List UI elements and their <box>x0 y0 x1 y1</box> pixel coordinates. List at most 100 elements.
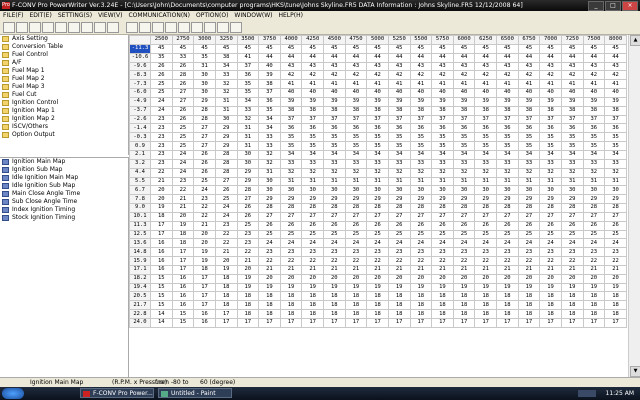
map-cell[interactable]: 31 <box>431 176 454 187</box>
nav-item[interactable]: Fuel Map 2 <box>0 75 128 83</box>
map-cell[interactable]: 33 <box>279 158 303 169</box>
pressure-header-cell[interactable]: -0.3 <box>129 132 151 143</box>
map-cell[interactable]: 17 <box>323 318 346 328</box>
map-cell[interactable]: 19 <box>431 282 454 293</box>
pressure-header-cell[interactable]: 24.0 <box>129 318 151 328</box>
map-cell[interactable]: 22 <box>323 256 346 266</box>
map-cell[interactable]: 29 <box>344 194 368 205</box>
map-cell[interactable]: 28 <box>236 185 260 196</box>
map-cell[interactable]: 15 <box>150 273 173 284</box>
map-cell[interactable]: 44 <box>474 52 497 63</box>
map-cell[interactable]: 22 <box>366 256 389 266</box>
map-cell[interactable]: 31 <box>582 176 606 187</box>
map-cell[interactable]: 17 <box>474 318 497 328</box>
map-cell[interactable]: 27 <box>214 176 238 187</box>
map-cell[interactable]: 44 <box>582 52 606 63</box>
map-cell[interactable]: 18 <box>539 309 562 319</box>
map-cell[interactable]: 26 <box>258 220 281 231</box>
nav-item[interactable]: Idle Ignition Sub Map <box>0 182 128 190</box>
map-cell[interactable]: 40 <box>474 88 497 98</box>
map-cell[interactable]: 41 <box>431 79 454 90</box>
pressure-header-cell[interactable]: 22.8 <box>129 309 151 319</box>
pressure-header-cell[interactable]: 3.2 <box>129 158 151 169</box>
map-cell[interactable]: 36 <box>344 123 368 134</box>
map-cell[interactable]: 45 <box>279 43 303 54</box>
map-cell[interactable]: 45 <box>236 43 260 54</box>
map-cell[interactable]: 29 <box>214 123 238 134</box>
map-cell[interactable]: 18 <box>474 309 497 319</box>
map-cell[interactable]: 38 <box>517 105 541 116</box>
nav-item[interactable]: Option Output <box>0 131 128 139</box>
pressure-header-cell[interactable]: 20.5 <box>129 291 151 302</box>
map-cell[interactable]: 40 <box>431 88 454 98</box>
map-cell[interactable]: 33 <box>409 158 433 169</box>
menu-window[interactable]: WINDOW(W) <box>231 11 275 20</box>
map-cell[interactable]: 33 <box>517 158 541 169</box>
map-cell[interactable]: 27 <box>582 211 606 222</box>
map-cell[interactable]: 33 <box>582 158 606 169</box>
menu-communication[interactable]: COMMUNICATION(N) <box>125 11 193 20</box>
map-cell[interactable]: 28 <box>214 167 238 178</box>
map-cell[interactable]: 41 <box>387 79 411 90</box>
map-cell[interactable]: 21 <box>366 264 389 275</box>
map-cell[interactable]: 27 <box>279 211 303 222</box>
map-cell[interactable]: 33 <box>560 158 584 169</box>
map-cell[interactable]: 31 <box>452 176 476 187</box>
map-cell[interactable]: 20 <box>604 273 627 284</box>
map-cell[interactable]: 35 <box>344 141 368 151</box>
pressure-header-cell[interactable]: -8.3 <box>129 70 151 81</box>
map-cell[interactable]: 30 <box>258 185 281 196</box>
map-cell[interactable]: 29 <box>323 194 346 205</box>
map-cell[interactable]: 29 <box>517 194 541 205</box>
map-cell[interactable]: 36 <box>279 123 303 134</box>
map-cell[interactable]: 24 <box>171 158 195 169</box>
map-cell[interactable]: 20 <box>560 273 584 284</box>
nav-item[interactable]: Idle Ignition Main Map <box>0 174 128 182</box>
map-cell[interactable]: 25 <box>323 229 346 240</box>
map-cell[interactable]: 20 <box>517 273 541 284</box>
map-cell[interactable]: 23 <box>604 247 627 258</box>
map-cell[interactable]: 23 <box>150 132 173 143</box>
map-cell[interactable]: 34 <box>539 149 562 160</box>
taskbar-item-fconv[interactable]: F-CONV Pro Power... <box>80 388 154 398</box>
map-cell[interactable]: 41 <box>560 79 584 90</box>
nav-item[interactable]: Fuel Cut <box>0 91 128 99</box>
map-cell[interactable]: 20 <box>150 194 173 205</box>
map-cell[interactable]: 37 <box>474 114 497 125</box>
map-cell[interactable]: 34 <box>409 149 433 160</box>
map-cell[interactable]: 32 <box>387 167 411 178</box>
map-cell[interactable]: 35 <box>387 132 411 143</box>
map-cell[interactable]: 42 <box>344 70 368 81</box>
map-cell[interactable]: 24 <box>279 238 303 249</box>
close-button[interactable]: × <box>622 1 638 11</box>
map-cell[interactable]: 31 <box>193 61 216 72</box>
map-cell[interactable]: 19 <box>236 282 260 293</box>
map-cell[interactable]: 44 <box>323 52 346 63</box>
start-button[interactable] <box>2 388 24 399</box>
map-cell[interactable]: 21 <box>214 247 238 258</box>
map-cell[interactable]: 23 <box>323 247 346 258</box>
map-cell[interactable]: 18 <box>387 300 411 311</box>
map-cell[interactable]: 35 <box>323 132 346 143</box>
map-cell[interactable]: 27 <box>604 211 627 222</box>
map-cell[interactable]: 27 <box>539 211 562 222</box>
car-compare-icon[interactable] <box>152 22 164 33</box>
map-cell[interactable]: 21 <box>560 264 584 275</box>
map-cell[interactable]: 21 <box>452 264 476 275</box>
map-cell[interactable]: 23 <box>452 247 476 258</box>
map-cell[interactable]: 18 <box>258 300 281 311</box>
map-cell[interactable]: 39 <box>279 96 303 107</box>
map-cell[interactable]: 36 <box>387 123 411 134</box>
map-cell[interactable]: 27 <box>236 194 260 205</box>
map-cell[interactable]: 18 <box>344 309 368 319</box>
map-cell[interactable]: 18 <box>279 300 303 311</box>
map-cell[interactable]: 34 <box>279 149 303 160</box>
map-cell[interactable]: 32 <box>452 167 476 178</box>
map-cell[interactable]: 29 <box>560 194 584 205</box>
map-cell[interactable]: 18 <box>301 309 324 319</box>
map-cell[interactable]: 20 <box>193 229 216 240</box>
map-cell[interactable]: 29 <box>214 132 238 143</box>
map-cell[interactable]: 18 <box>604 309 627 319</box>
map-cell[interactable]: 18 <box>171 229 195 240</box>
map-cell[interactable]: 38 <box>279 105 303 116</box>
